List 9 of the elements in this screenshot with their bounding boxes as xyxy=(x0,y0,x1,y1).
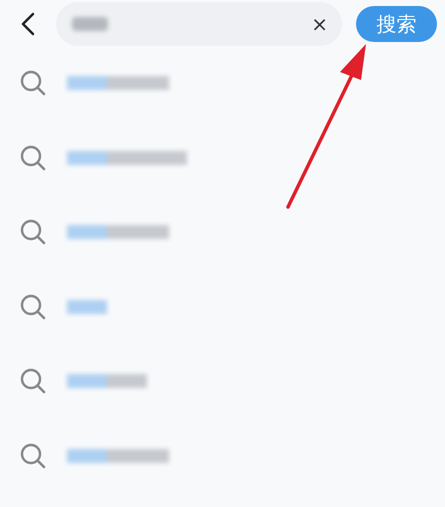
search-field[interactable]: × xyxy=(56,2,342,46)
search-icon xyxy=(19,144,47,172)
search-icon xyxy=(19,292,47,321)
back-icon[interactable] xyxy=(20,12,36,36)
clear-button[interactable]: × xyxy=(311,12,328,36)
search-icon xyxy=(19,218,47,246)
search-icon xyxy=(19,367,47,396)
search-icon xyxy=(19,442,47,470)
search-icon xyxy=(19,69,47,98)
